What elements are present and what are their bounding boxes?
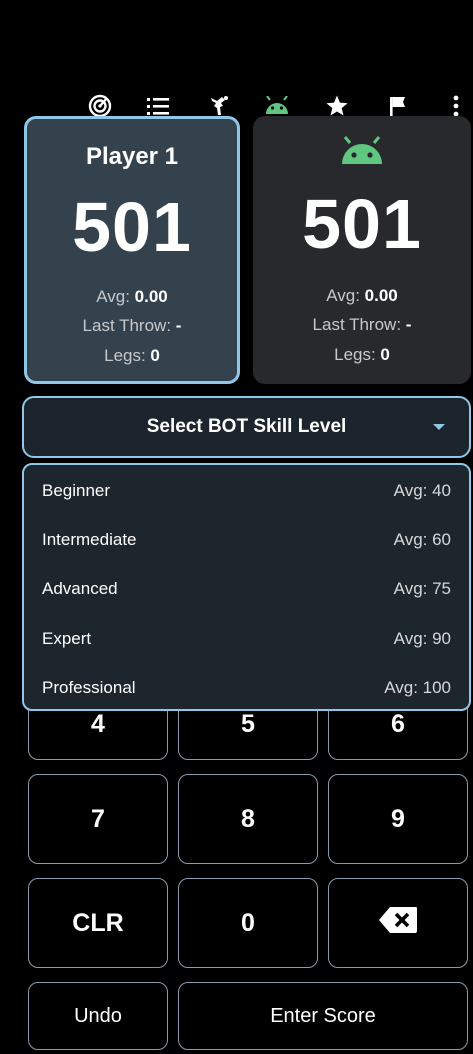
option-name: Advanced: [42, 579, 118, 598]
key-7[interactable]: 7: [28, 774, 168, 864]
skill-option-beginner[interactable]: Beginner Avg: 40: [24, 467, 469, 515]
enter-score-button[interactable]: Enter Score: [178, 982, 468, 1050]
bot-skill-select-label: Select BOT Skill Level: [146, 416, 347, 437]
player1-name: Player 1: [85, 143, 179, 170]
key-0[interactable]: 0: [178, 878, 318, 968]
bot-card[interactable]: 501 Avg: 0.00 Last Throw: - Legs: 0: [253, 116, 471, 384]
dropdown-arrow-icon: [433, 424, 445, 430]
skill-level-menu: Beginner Avg: 40 Intermediate Avg: 60 Adva…: [22, 463, 471, 711]
backspace-button[interactable]: [328, 878, 468, 968]
bot-score: 501: [302, 185, 422, 263]
skill-option-professional[interactable]: Professional Avg: 100: [24, 664, 469, 712]
option-avg: Avg: 100: [384, 678, 451, 697]
clear-button[interactable]: CLR: [28, 878, 168, 968]
option-avg: Avg: 40: [393, 481, 451, 500]
bot-last-throw: Last Throw: -: [312, 315, 412, 334]
player1-score: 501: [72, 188, 192, 266]
option-name: Professional: [42, 678, 136, 697]
option-name: Intermediate: [42, 530, 137, 549]
option-avg: Avg: 60: [393, 530, 451, 549]
player1-avg: Avg: 0.00: [96, 287, 168, 306]
player1-legs: Legs: 0: [104, 346, 160, 365]
skill-option-intermediate[interactable]: Intermediate Avg: 60: [24, 516, 469, 564]
option-name: Expert: [42, 629, 92, 648]
option-name: Beginner: [42, 481, 111, 500]
key-8[interactable]: 8: [178, 774, 318, 864]
bot-skill-select[interactable]: Select BOT Skill Level: [22, 396, 471, 458]
player1-card[interactable]: Player 1 501 Avg: 0.00 Last Throw: - Leg…: [24, 116, 240, 384]
bot-legs: Legs: 0: [334, 345, 390, 364]
key-9[interactable]: 9: [328, 774, 468, 864]
skill-option-expert[interactable]: Expert Avg: 90: [24, 615, 469, 663]
option-avg: Avg: 75: [393, 579, 451, 598]
player1-last-throw: Last Throw: -: [82, 316, 182, 335]
bot-avg: Avg: 0.00: [326, 286, 398, 305]
skill-option-advanced[interactable]: Advanced Avg: 75: [24, 565, 469, 613]
undo-button[interactable]: Undo: [28, 982, 168, 1050]
option-avg: Avg: 90: [393, 629, 451, 648]
backspace-icon: [378, 906, 418, 941]
android-bot-icon: [338, 136, 386, 171]
